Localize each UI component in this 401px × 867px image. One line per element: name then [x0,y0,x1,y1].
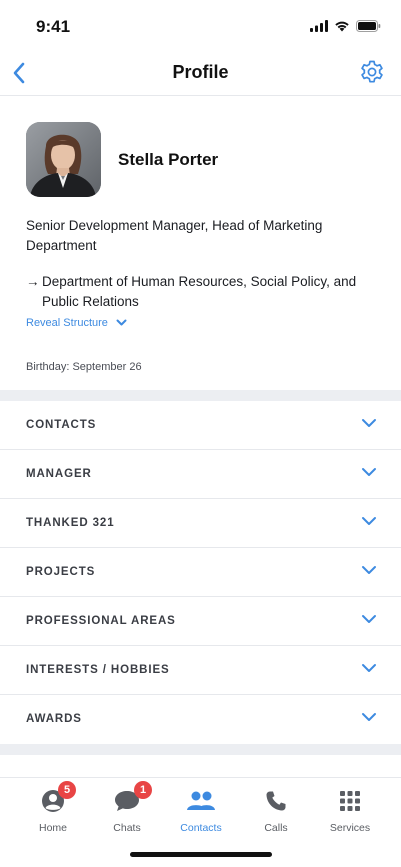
signal-icon [310,20,328,32]
tab-services[interactable]: Services [315,786,385,834]
section-label: THANKED 321 [26,517,115,529]
section-label: AWARDS [26,713,82,725]
wifi-icon [335,21,349,32]
tab-label: Home [38,822,67,834]
profile-name: Stella Porter [118,150,219,169]
tab-home[interactable]: 5 Home [18,781,88,834]
section-divider [0,390,401,401]
section-label: PROJECTS [26,566,96,578]
status-icons [310,20,381,32]
section-interests-hobbies[interactable]: INTERESTS / HOBBIES [0,646,401,695]
chevron-down-icon [362,566,376,574]
section-label: MANAGER [26,468,92,480]
chevron-down-icon [362,419,376,427]
tab-label: Calls [264,822,288,834]
section-professional-areas[interactable]: PROFESSIONAL AREAS [0,597,401,646]
section-contacts[interactable]: CONTACTS [0,401,401,450]
avatar[interactable] [26,122,101,197]
profile-card: Stella Porter Senior Development Manager… [0,96,401,390]
chevron-down-icon [362,468,376,476]
unread-badge: 5 [58,781,76,799]
people-icon [187,791,215,810]
department-text: Department of Human Resources, Social Po… [42,274,357,309]
arrow-right-icon: → [26,274,40,289]
section-label: INTERESTS / HOBBIES [26,664,170,676]
section-projects[interactable]: PROJECTS [0,548,401,597]
reveal-structure-button[interactable]: Reveal Structure [26,317,127,329]
profile-position: Senior Development Manager, Head of Mark… [26,218,323,253]
chevron-down-icon [116,319,127,326]
status-time: 9:41 [36,17,71,36]
home-indicator [130,852,272,857]
section-awards[interactable]: AWARDS [0,695,401,744]
chevron-down-icon [362,517,376,525]
reveal-structure-label: Reveal Structure [26,317,108,329]
tab-label: Chats [113,822,141,834]
chevron-down-icon [362,615,376,623]
profile-department: → Department of Human Resources, Social … [26,272,386,312]
section-thanked[interactable]: THANKED 321 [0,499,401,548]
settings-button[interactable] [359,59,385,85]
page-title: Profile [172,62,229,82]
section-manager[interactable]: MANAGER [0,450,401,499]
tab-chats[interactable]: 1 Chats [92,781,162,834]
chevron-down-icon [362,713,376,721]
tab-contacts[interactable]: Contacts [166,786,236,834]
gear-icon [361,60,383,83]
grid-icon [340,791,360,811]
status-bar: 9:41 [0,0,401,50]
section-label: CONTACTS [26,419,97,431]
profile-sections: CONTACTS MANAGER THANKED 321 PROJECTS PR… [0,401,401,744]
navigation-bar: Profile [0,50,401,96]
section-divider [0,744,401,755]
tab-label: Contacts [180,822,222,834]
avatar-photo [26,122,101,197]
birthday: Birthday: September 26 [26,361,142,373]
chevron-down-icon [362,664,376,672]
unread-badge: 1 [134,781,152,799]
battery-icon [356,20,381,32]
section-label: PROFESSIONAL AREAS [26,615,176,627]
tab-label: Services [329,822,371,834]
tab-calls[interactable]: Calls [241,786,311,834]
phone-icon [266,791,286,811]
